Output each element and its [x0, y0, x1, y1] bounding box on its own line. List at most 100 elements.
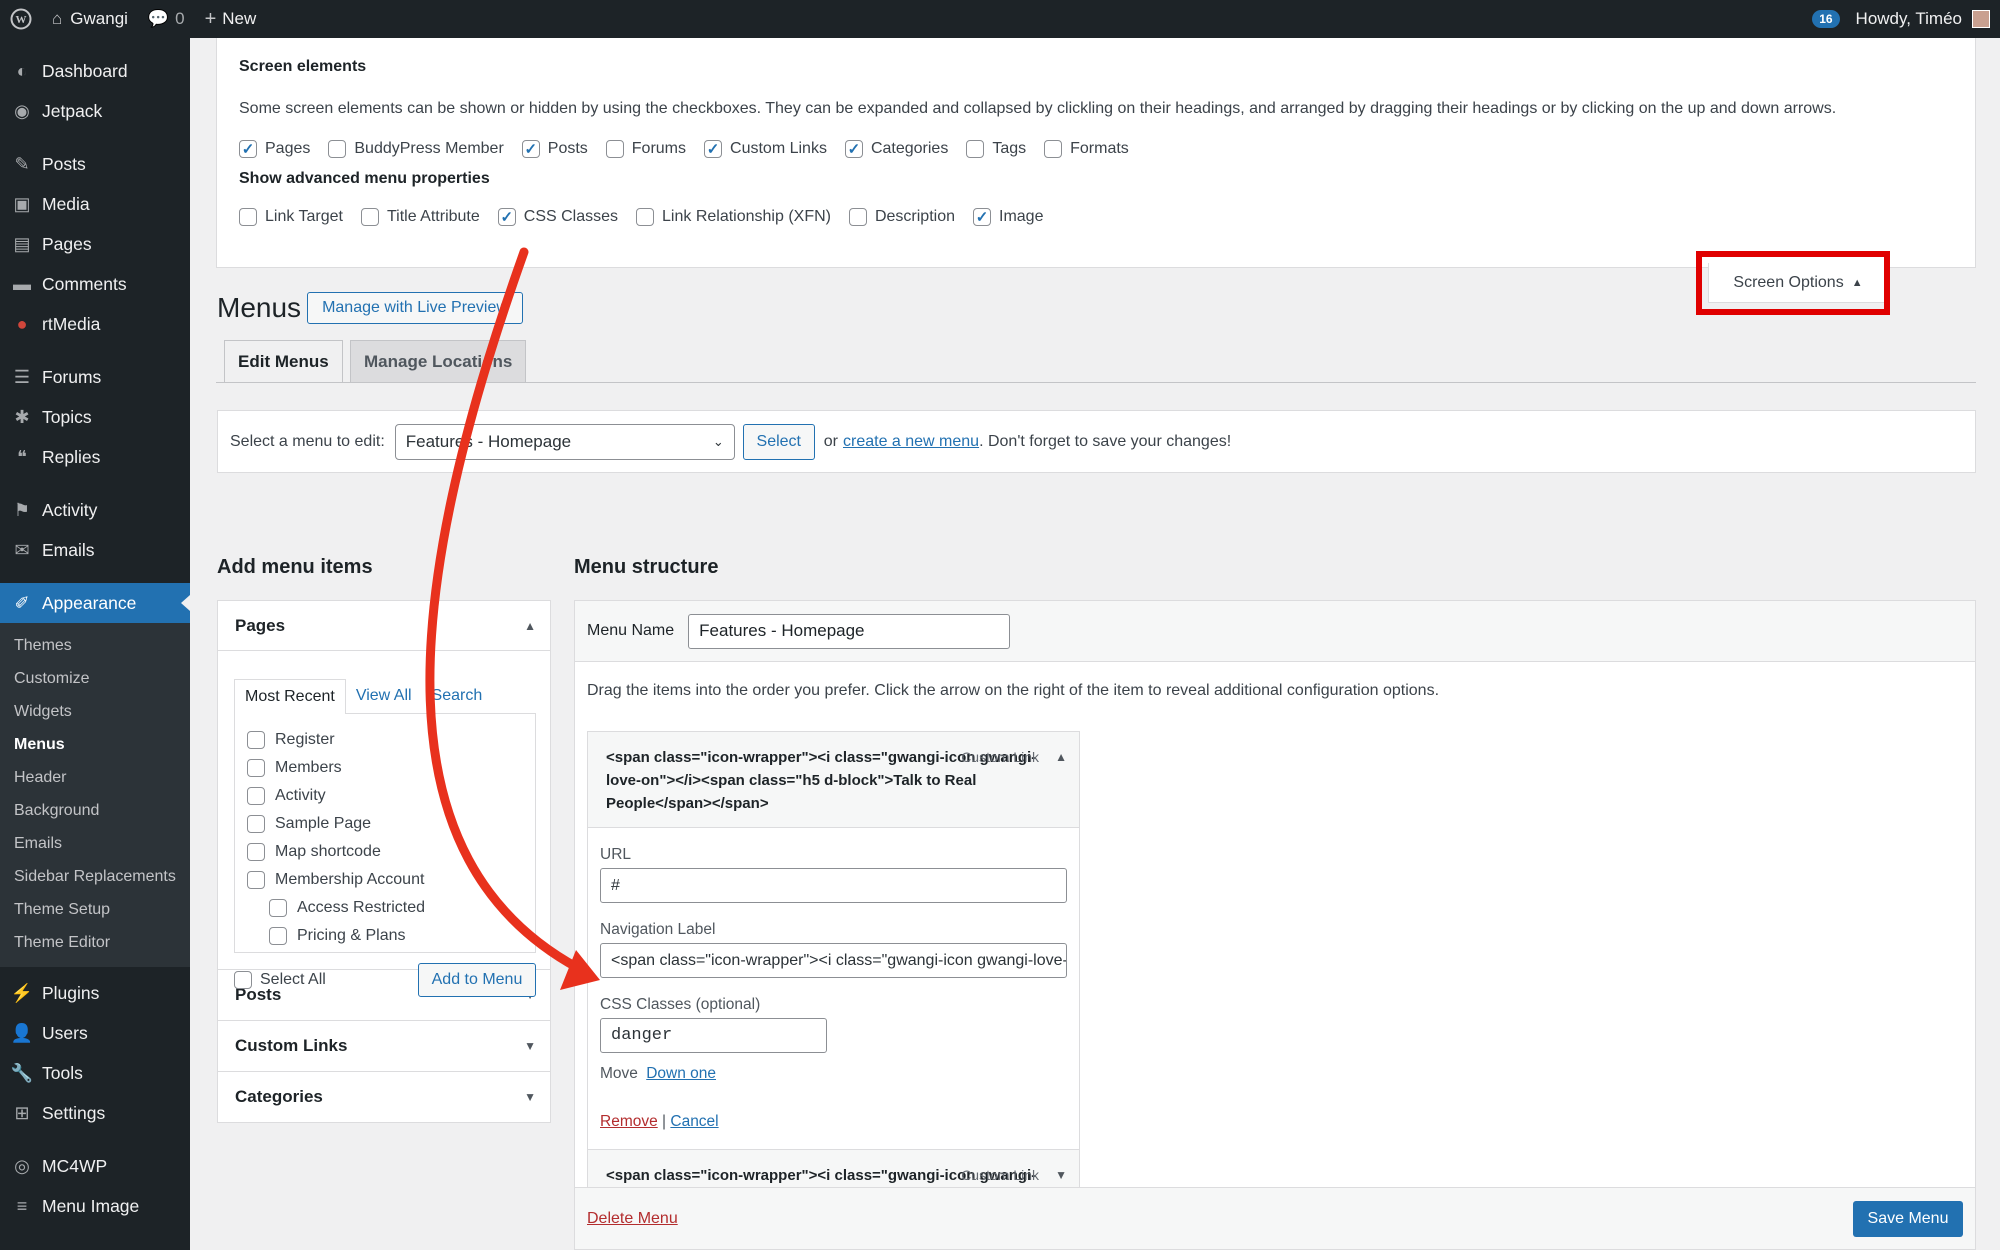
categories-accordion-header[interactable]: Categories ▼: [217, 1072, 551, 1123]
checkbox[interactable]: [269, 899, 287, 917]
sidebar-item-menu-image[interactable]: ≡ Menu Image: [0, 1186, 190, 1226]
submenu-header[interactable]: Header: [0, 761, 190, 794]
submenu-sidebar-replacements[interactable]: Sidebar Replacements: [0, 860, 190, 893]
checkbox[interactable]: [234, 971, 252, 989]
sidebar-item-plugins[interactable]: ⚡ Plugins: [0, 973, 190, 1013]
checkmark-icon[interactable]: ✓: [973, 208, 991, 226]
sidebar-item-jetpack[interactable]: ◉ Jetpack: [0, 91, 190, 131]
checkbox[interactable]: [247, 759, 265, 777]
checkmark-icon[interactable]: ✓: [239, 140, 257, 158]
menu-item-handle[interactable]: <span class="icon-wrapper"><i class="gwa…: [588, 732, 1079, 828]
checkbox-pages[interactable]: ✓ Pages: [239, 140, 310, 158]
checkmark-icon[interactable]: ✓: [521, 140, 540, 158]
checkbox[interactable]: [247, 787, 265, 805]
submenu-customize[interactable]: Customize: [0, 662, 190, 695]
sidebar-item-dashboard[interactable]: ◐ Dashboard: [0, 51, 190, 91]
sidebar-item-appearance[interactable]: ✐ Appearance: [0, 583, 190, 623]
comments-link[interactable]: 💬 0: [138, 0, 195, 38]
menu-name-input[interactable]: Features - Homepage: [688, 613, 1011, 649]
custom-links-accordion-header[interactable]: Custom Links ▼: [217, 1021, 551, 1072]
checkbox-link-target[interactable]: Link Target: [239, 208, 343, 226]
tab-view-all[interactable]: View All: [346, 679, 422, 714]
checkmark-icon[interactable]: ✓: [704, 140, 723, 158]
checkbox[interactable]: [848, 208, 867, 226]
checkbox[interactable]: [966, 140, 985, 158]
add-to-menu-button[interactable]: Add to Menu: [418, 963, 536, 997]
site-name-link[interactable]: ⌂ Gwangi: [42, 0, 138, 38]
checkmark-icon[interactable]: ✓: [497, 208, 516, 226]
checkbox[interactable]: [247, 843, 265, 861]
tab-edit-menus[interactable]: Edit Menus: [224, 340, 343, 383]
pages-accordion-header[interactable]: Pages ▲: [217, 600, 551, 651]
select-all-checkbox[interactable]: Select All: [234, 971, 326, 989]
sidebar-item-replies[interactable]: ❝ Replies: [0, 437, 190, 477]
avatar[interactable]: [1972, 10, 1990, 28]
remove-link[interactable]: Remove: [600, 1113, 658, 1130]
page-checkbox-item[interactable]: Activity: [247, 782, 523, 810]
triangle-up-icon[interactable]: ▲: [1055, 746, 1067, 769]
checkbox-custom-links[interactable]: ✓ Custom Links: [704, 140, 827, 158]
tab-most-recent[interactable]: Most Recent: [234, 679, 346, 714]
wordpress-logo-icon[interactable]: W: [0, 0, 42, 38]
updates-badge[interactable]: 16: [1812, 10, 1840, 28]
page-checkbox-item[interactable]: Map shortcode: [247, 838, 523, 866]
submenu-themes[interactable]: Themes: [0, 629, 190, 662]
sidebar-item-comments[interactable]: ▬ Comments: [0, 264, 190, 304]
save-menu-button[interactable]: Save Menu: [1853, 1200, 1963, 1237]
submenu-menus[interactable]: Menus: [0, 728, 190, 761]
checkbox[interactable]: [239, 208, 257, 226]
checkbox-buddypress-member[interactable]: BuddyPress Member: [328, 140, 504, 158]
sidebar-item-tools[interactable]: 🔧 Tools: [0, 1053, 190, 1093]
page-checkbox-item[interactable]: Sample Page: [247, 810, 523, 838]
checkbox[interactable]: [247, 871, 265, 889]
submenu-widgets[interactable]: Widgets: [0, 695, 190, 728]
sidebar-item-users[interactable]: 👤 Users: [0, 1013, 190, 1053]
select-menu-button[interactable]: Select: [742, 423, 815, 460]
checkbox[interactable]: [269, 927, 287, 945]
checkbox[interactable]: [247, 815, 265, 833]
sidebar-item-settings[interactable]: ⊞ Settings: [0, 1093, 190, 1133]
delete-menu-link[interactable]: Delete Menu: [587, 1210, 678, 1228]
checkbox-title-attribute[interactable]: Title Attribute: [360, 208, 480, 226]
checkbox[interactable]: [247, 731, 265, 749]
menu-select-dropdown[interactable]: Features - Homepage ⌄: [394, 423, 735, 460]
sidebar-item-forums[interactable]: ☰ Forums: [0, 357, 190, 397]
submenu-theme-editor[interactable]: Theme Editor: [0, 926, 190, 959]
submenu-emails[interactable]: Emails: [0, 827, 190, 860]
checkbox-categories[interactable]: ✓ Categories: [844, 140, 948, 158]
page-checkbox-item[interactable]: Membership Account: [247, 866, 523, 894]
sidebar-item-posts[interactable]: ✎ Posts: [0, 144, 190, 184]
checkbox-formats[interactable]: Formats: [1044, 140, 1129, 158]
checkbox[interactable]: [605, 140, 624, 158]
submenu-background[interactable]: Background: [0, 794, 190, 827]
page-checkbox-item[interactable]: Pricing & Plans: [247, 922, 523, 950]
tab-manage-locations[interactable]: Manage Locations: [350, 340, 527, 382]
screen-options-toggle[interactable]: Screen Options ▲: [1708, 263, 1888, 303]
sidebar-item-emails[interactable]: ✉ Emails: [0, 530, 190, 570]
create-new-menu-link[interactable]: create a new menu: [843, 433, 979, 451]
submenu-theme-setup[interactable]: Theme Setup: [0, 893, 190, 926]
checkbox[interactable]: [328, 140, 347, 158]
menu-item-handle[interactable]: <span class="icon-wrapper"><i class="gwa…: [588, 1150, 1079, 1187]
checkbox[interactable]: [360, 208, 379, 226]
manage-live-preview-button[interactable]: Manage with Live Preview: [307, 292, 523, 324]
url-field[interactable]: #: [600, 868, 1067, 903]
checkbox-posts[interactable]: ✓ Posts: [521, 140, 588, 158]
page-checkbox-item[interactable]: Members: [247, 754, 523, 782]
css-classes-field[interactable]: danger: [600, 1018, 827, 1053]
howdy-account[interactable]: Howdy, Timéo: [1856, 9, 1962, 29]
sidebar-item-activity[interactable]: ⚑ Activity: [0, 490, 190, 530]
checkbox-link-relationship-xfn[interactable]: Link Relationship (XFN): [636, 208, 831, 226]
checkbox-forums[interactable]: Forums: [605, 140, 686, 158]
checkbox[interactable]: [1044, 140, 1063, 158]
page-checkbox-item[interactable]: Access Restricted: [247, 894, 523, 922]
sidebar-item-rtmedia[interactable]: ● rtMedia: [0, 304, 190, 344]
checkbox[interactable]: [636, 208, 655, 226]
triangle-down-icon[interactable]: ▼: [1055, 1164, 1067, 1187]
move-down-link[interactable]: Down one: [646, 1065, 716, 1082]
sidebar-item-pages[interactable]: ▤ Pages: [0, 224, 190, 264]
sidebar-item-topics[interactable]: ✱ Topics: [0, 397, 190, 437]
sidebar-item-mc4wp[interactable]: ◎ MC4WP: [0, 1146, 190, 1186]
navigation-label-field[interactable]: <span class="icon-wrapper"><i class="gwa…: [600, 943, 1067, 978]
new-content-link[interactable]: + New: [195, 0, 267, 38]
